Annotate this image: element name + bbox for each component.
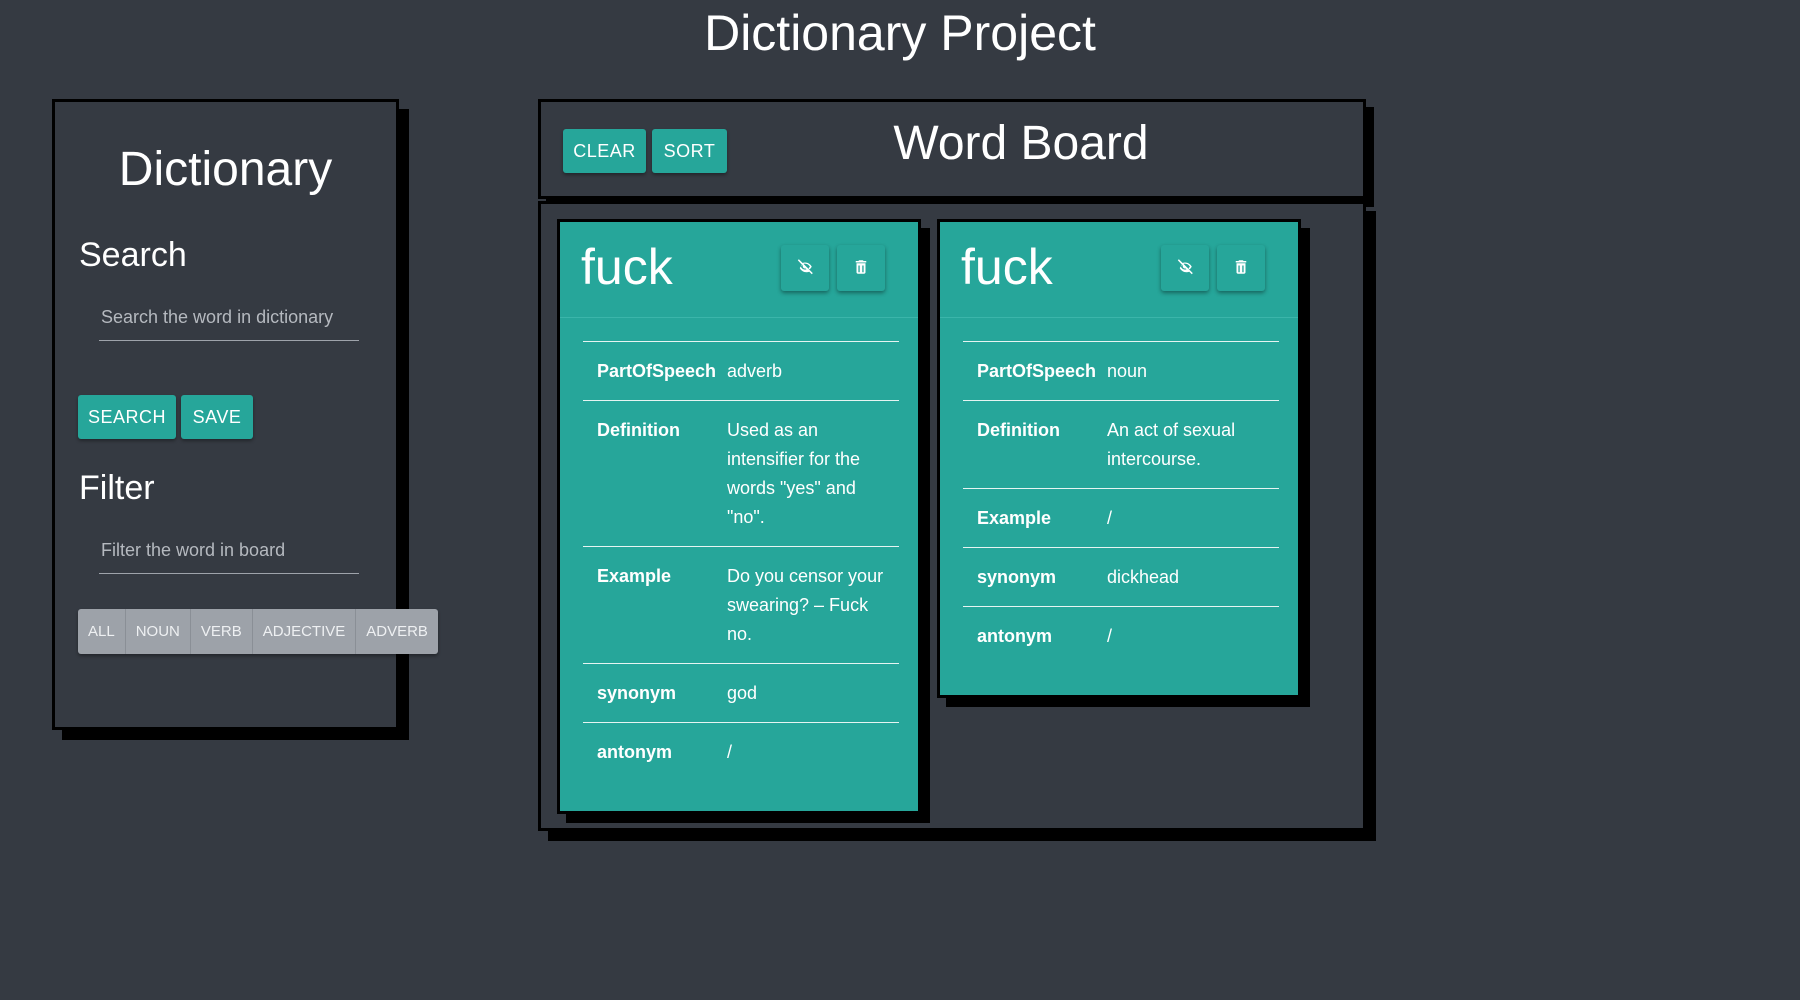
- word-details-table: PartOfSpeech adverb Definition Used as a…: [583, 341, 899, 781]
- row-value: /: [1107, 626, 1113, 646]
- row-value: /: [1107, 508, 1113, 528]
- row-label: synonym: [977, 567, 1057, 587]
- row-label: antonym: [597, 742, 673, 762]
- filter-adjective-button[interactable]: ADJECTIVE: [252, 609, 357, 654]
- delete-word-button[interactable]: [837, 245, 885, 291]
- row-label: Example: [597, 566, 672, 586]
- filter-verb-button[interactable]: VERB: [190, 609, 253, 654]
- hide-word-button[interactable]: [1161, 245, 1209, 291]
- row-label: Definition: [977, 420, 1060, 440]
- search-input[interactable]: [99, 295, 359, 341]
- trash-icon: [1232, 258, 1250, 279]
- table-row: Definition An act of sexual intercourse.: [963, 400, 1279, 489]
- search-heading: Search: [79, 236, 187, 274]
- word-card: fuck PartOfSpeech adverb Definition Used…: [557, 219, 921, 814]
- eye-off-icon: [1176, 258, 1194, 279]
- filter-input[interactable]: [99, 528, 359, 574]
- filter-noun-button[interactable]: NOUN: [125, 609, 191, 654]
- page-title: Dictionary Project: [704, 5, 1096, 61]
- word-board-header: CLEAR SORT Word Board: [538, 99, 1366, 199]
- row-label: Example: [977, 508, 1052, 528]
- word-details-table: PartOfSpeech noun Definition An act of s…: [963, 341, 1279, 665]
- word-title: fuck: [581, 239, 673, 295]
- eye-off-icon: [796, 258, 814, 279]
- row-value: noun: [1107, 361, 1148, 381]
- row-label: PartOfSpeech: [597, 361, 717, 381]
- table-row: synonym dickhead: [963, 547, 1279, 607]
- delete-word-button[interactable]: [1217, 245, 1265, 291]
- dictionary-title: Dictionary: [118, 143, 333, 196]
- row-label: PartOfSpeech: [977, 361, 1097, 381]
- row-value: dickhead: [1107, 567, 1180, 587]
- clear-button[interactable]: CLEAR: [563, 129, 646, 173]
- table-row: Example /: [963, 488, 1279, 548]
- filter-adverb-button[interactable]: ADVERB: [356, 609, 438, 654]
- word-board: fuck PartOfSpeech adverb Definition Used…: [538, 201, 1366, 831]
- table-row: PartOfSpeech adverb: [583, 341, 899, 401]
- row-value: /: [727, 742, 733, 762]
- row-value: Used as an intensifier for the words "ye…: [727, 420, 861, 527]
- search-button[interactable]: SEARCH: [78, 395, 176, 439]
- hide-word-button[interactable]: [781, 245, 829, 291]
- table-row: synonym god: [583, 663, 899, 723]
- row-label: antonym: [977, 626, 1053, 646]
- trash-icon: [852, 258, 870, 279]
- dictionary-panel: Dictionary Search SEARCH SAVE Filter ALL…: [52, 99, 438, 730]
- table-row: antonym /: [963, 606, 1279, 666]
- word-card-header: fuck: [560, 222, 918, 318]
- word-card: fuck PartOfSpeech noun Definition An act…: [937, 219, 1301, 698]
- sort-button[interactable]: SORT: [652, 129, 727, 173]
- row-label: synonym: [597, 683, 677, 703]
- filter-heading: Filter: [79, 469, 155, 507]
- row-label: Definition: [597, 420, 680, 440]
- row-value: god: [727, 683, 758, 703]
- word-title: fuck: [961, 239, 1053, 295]
- row-value: adverb: [727, 361, 783, 381]
- row-value: Do you censor your swearing? – Fuck no.: [727, 566, 884, 644]
- part-of-speech-filter: ALL NOUN VERB ADJECTIVE ADVERB: [78, 609, 438, 654]
- save-button[interactable]: SAVE: [181, 395, 253, 439]
- word-card-header: fuck: [940, 222, 1298, 318]
- table-row: antonym /: [583, 722, 899, 782]
- table-row: Definition Used as an intensifier for th…: [583, 400, 899, 547]
- word-board-title: Word Board: [893, 117, 1149, 170]
- table-row: PartOfSpeech noun: [963, 341, 1279, 401]
- table-row: Example Do you censor your swearing? – F…: [583, 546, 899, 664]
- row-value: An act of sexual intercourse.: [1107, 420, 1236, 469]
- filter-all-button[interactable]: ALL: [78, 609, 126, 654]
